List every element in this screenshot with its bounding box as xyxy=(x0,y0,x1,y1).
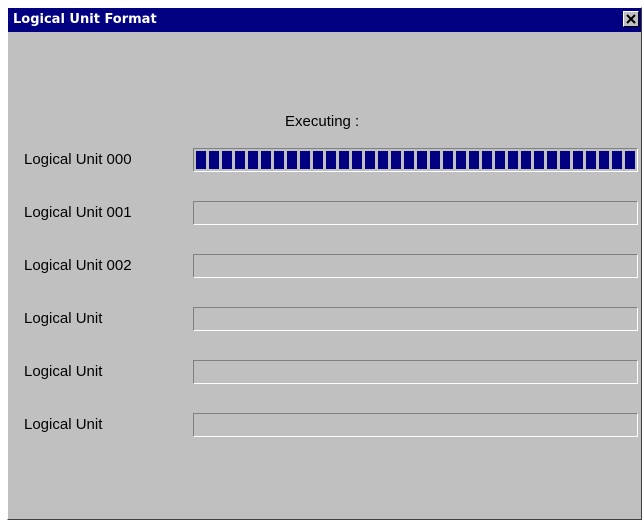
row-label-2: Logical Unit 002 xyxy=(24,257,132,274)
progress-bar-5 xyxy=(193,413,638,437)
progress-bar-4 xyxy=(193,360,638,384)
progress-segment xyxy=(274,151,284,169)
progress-segment xyxy=(482,151,492,169)
progress-segment xyxy=(339,151,349,169)
executing-label: Executing : xyxy=(285,113,360,130)
progress-segment xyxy=(404,151,414,169)
progress-segment xyxy=(612,151,622,169)
progress-segment xyxy=(378,151,388,169)
progress-segment xyxy=(287,151,297,169)
row-label-5: Logical Unit xyxy=(24,416,103,433)
progress-segment xyxy=(508,151,518,169)
progress-bar-3 xyxy=(193,307,638,331)
progress-segment xyxy=(547,151,557,169)
progress-bar-0 xyxy=(193,148,638,172)
format-dialog: Logical Unit Format Executing : Logical … xyxy=(7,7,642,520)
progress-segment xyxy=(248,151,258,169)
row-label-1: Logical Unit 001 xyxy=(24,204,132,221)
progress-segment xyxy=(209,151,219,169)
progress-segment xyxy=(560,151,570,169)
row-label-4: Logical Unit xyxy=(24,363,103,380)
progress-segment xyxy=(495,151,505,169)
close-icon xyxy=(626,14,636,24)
progress-segment xyxy=(521,151,531,169)
progress-segment xyxy=(534,151,544,169)
progress-bar-2 xyxy=(193,254,638,278)
progress-segment xyxy=(456,151,466,169)
progress-bar-1 xyxy=(193,201,638,225)
window-title: Logical Unit Format xyxy=(13,12,157,27)
progress-segment xyxy=(417,151,427,169)
progress-fill-0 xyxy=(196,151,635,169)
title-bar[interactable]: Logical Unit Format xyxy=(8,8,641,32)
row-label-0: Logical Unit 000 xyxy=(24,151,132,168)
progress-segment xyxy=(586,151,596,169)
progress-segment xyxy=(443,151,453,169)
progress-segment xyxy=(625,151,635,169)
progress-segment xyxy=(365,151,375,169)
close-button[interactable] xyxy=(623,11,639,27)
progress-segment xyxy=(222,151,232,169)
row-label-3: Logical Unit xyxy=(24,310,103,327)
progress-segment xyxy=(300,151,310,169)
progress-segment xyxy=(430,151,440,169)
progress-segment xyxy=(352,151,362,169)
progress-segment xyxy=(469,151,479,169)
progress-segment xyxy=(326,151,336,169)
progress-segment xyxy=(196,151,206,169)
progress-segment xyxy=(313,151,323,169)
progress-segment xyxy=(599,151,609,169)
progress-segment xyxy=(235,151,245,169)
progress-segment xyxy=(391,151,401,169)
progress-segment xyxy=(261,151,271,169)
progress-segment xyxy=(573,151,583,169)
